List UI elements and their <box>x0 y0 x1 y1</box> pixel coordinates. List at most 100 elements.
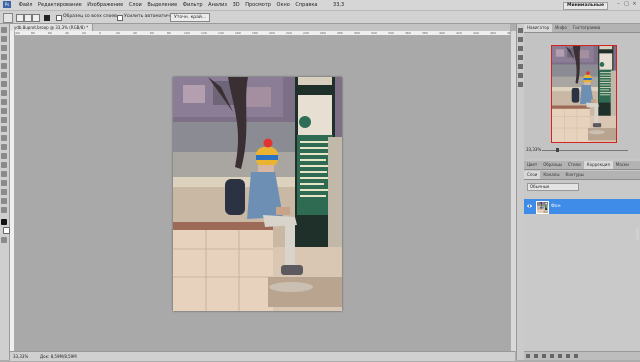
3d-panel-icon[interactable] <box>518 82 523 87</box>
ruler-tick: 200 <box>269 31 275 35</box>
tab-swatches[interactable]: Образцы <box>540 161 565 169</box>
status-zoom[interactable]: 33,33% <box>13 353 28 360</box>
clone-source-icon[interactable] <box>518 55 523 60</box>
lasso-tool-icon[interactable] <box>1 45 7 51</box>
crop-tool-icon[interactable] <box>1 63 7 69</box>
navigator-preview[interactable] <box>551 45 617 143</box>
hand-tool-icon[interactable] <box>1 198 7 204</box>
pen-tool-icon[interactable] <box>1 153 7 159</box>
tab-color[interactable]: Цвет <box>524 161 540 169</box>
tab-info[interactable]: Инфо <box>552 24 569 32</box>
3d-rotate-icon[interactable] <box>1 189 7 195</box>
layers-footer <box>524 351 640 360</box>
ruler-tick: 440 <box>473 31 479 35</box>
menu-window[interactable]: Окно <box>277 0 290 10</box>
zoom-slider-handle[interactable] <box>556 148 559 152</box>
eyedropper-tool-icon[interactable] <box>1 72 7 78</box>
zoom-tool-icon[interactable] <box>1 207 7 213</box>
ruler-tick: 340 <box>388 31 394 35</box>
character-panel-icon[interactable] <box>518 64 523 69</box>
zoom-level-dropdown[interactable]: 33,3 <box>333 0 344 10</box>
delete-layer-icon[interactable] <box>574 354 578 358</box>
history-panel-icon[interactable] <box>518 28 523 33</box>
document-tab-bar: ydb.8uprot.broop @ 33,3% (RGB/8) * <box>10 24 510 31</box>
adjustment-layer-icon[interactable] <box>550 354 554 358</box>
actions-panel-icon[interactable] <box>518 37 523 42</box>
auto-enhance-checkbox[interactable] <box>117 15 123 21</box>
close-icon[interactable]: × <box>631 1 638 8</box>
add-mask-icon[interactable] <box>542 354 546 358</box>
dodge-tool-icon[interactable] <box>1 144 7 150</box>
layers-scrollbar[interactable] <box>636 228 639 240</box>
ruler-tick: 20 <box>116 31 120 35</box>
new-selection-icon[interactable] <box>16 14 24 22</box>
menu-view[interactable]: Просмотр <box>245 0 271 10</box>
maximize-icon[interactable]: □ <box>623 1 630 8</box>
sample-all-checkbox[interactable] <box>56 15 62 21</box>
background-color-icon[interactable] <box>3 227 10 234</box>
marquee-tool-icon[interactable] <box>1 36 7 42</box>
tab-styles[interactable]: Стили <box>565 161 584 169</box>
ruler-tick: 240 <box>303 31 309 35</box>
eye-icon[interactable] <box>527 204 532 208</box>
quick-select-tool-icon[interactable] <box>1 54 7 60</box>
layers-panel: Слои Каналы Контуры Обычные Фон <box>524 171 640 360</box>
type-tool-icon[interactable] <box>1 162 7 168</box>
menu-help[interactable]: Справка <box>295 0 317 10</box>
brush-tool-icon[interactable] <box>1 90 7 96</box>
subtract-selection-icon[interactable] <box>32 14 40 22</box>
zoom-slider[interactable] <box>542 150 628 151</box>
menu-bar: Ps Файл Редактирование Изображение Слои … <box>0 0 640 11</box>
menu-analysis[interactable]: Анализ <box>208 0 227 10</box>
minimize-icon[interactable]: – <box>615 1 622 8</box>
brush-panel-icon[interactable] <box>518 46 523 51</box>
tab-navigator[interactable]: Навигатор <box>524 24 553 32</box>
layer-style-icon[interactable] <box>534 354 538 358</box>
shape-tool-icon[interactable] <box>1 180 7 186</box>
ruler-tick: 320 <box>371 31 377 35</box>
eraser-tool-icon[interactable] <box>1 117 7 123</box>
navigator-panel: 33,33% <box>524 33 640 159</box>
menu-edit[interactable]: Редактирование <box>38 0 82 10</box>
healing-tool-icon[interactable] <box>1 81 7 87</box>
tab-masks[interactable]: Маски <box>613 161 632 169</box>
status-doc-size[interactable]: Док: 8,59M/8,59M <box>40 353 77 360</box>
foreground-color-icon[interactable] <box>1 219 7 225</box>
layer-row-background[interactable]: Фон <box>524 199 640 240</box>
menu-image[interactable]: Изображение <box>87 0 123 10</box>
blur-tool-icon[interactable] <box>1 135 7 141</box>
history-brush-icon[interactable] <box>1 108 7 114</box>
add-to-selection-icon[interactable] <box>24 14 32 22</box>
quick-selection-tool-icon[interactable] <box>3 13 13 23</box>
brush-size-icon[interactable] <box>44 15 50 21</box>
path-select-icon[interactable] <box>1 171 7 177</box>
workspace-switcher[interactable]: Минимальные <box>563 2 608 10</box>
document-tab[interactable]: ydb.8uprot.broop @ 33,3% (RGB/8) * <box>10 24 94 31</box>
blend-mode-dropdown[interactable]: Обычные <box>527 183 579 191</box>
menu-3d[interactable]: 3D <box>233 0 240 10</box>
menu-file[interactable]: Файл <box>19 0 33 10</box>
menu-select[interactable]: Выделение <box>147 0 177 10</box>
gradient-tool-icon[interactable] <box>1 126 7 132</box>
tab-histogram[interactable]: Гистограмма <box>570 24 604 32</box>
tab-paths[interactable]: Контуры <box>562 171 586 179</box>
app-logo-icon: Ps <box>3 1 11 8</box>
tab-adjustments[interactable]: Коррекция <box>583 161 613 169</box>
menu-layers[interactable]: Слои <box>129 0 142 10</box>
paragraph-panel-icon[interactable] <box>518 73 523 78</box>
layer-thumbnail-image <box>537 202 548 213</box>
refine-edge-button[interactable]: Уточн. край... <box>170 13 211 22</box>
document-image[interactable] <box>173 77 342 311</box>
link-layers-icon[interactable] <box>526 354 530 358</box>
new-layer-icon[interactable] <box>566 354 570 358</box>
move-tool-icon[interactable] <box>1 27 7 33</box>
tab-layers[interactable]: Слои <box>524 171 541 179</box>
clone-tool-icon[interactable] <box>1 99 7 105</box>
new-group-icon[interactable] <box>558 354 562 358</box>
menu-filter[interactable]: Фильтр <box>183 0 203 10</box>
tab-channels[interactable]: Каналы <box>540 171 562 179</box>
quick-mask-icon[interactable] <box>1 237 7 243</box>
navigator-zoom-value[interactable]: 33,33% <box>526 146 541 154</box>
adjustments-tabs: Цвет Образцы Стили Коррекция Маски <box>524 161 640 170</box>
ruler-tick: 360 <box>405 31 411 35</box>
